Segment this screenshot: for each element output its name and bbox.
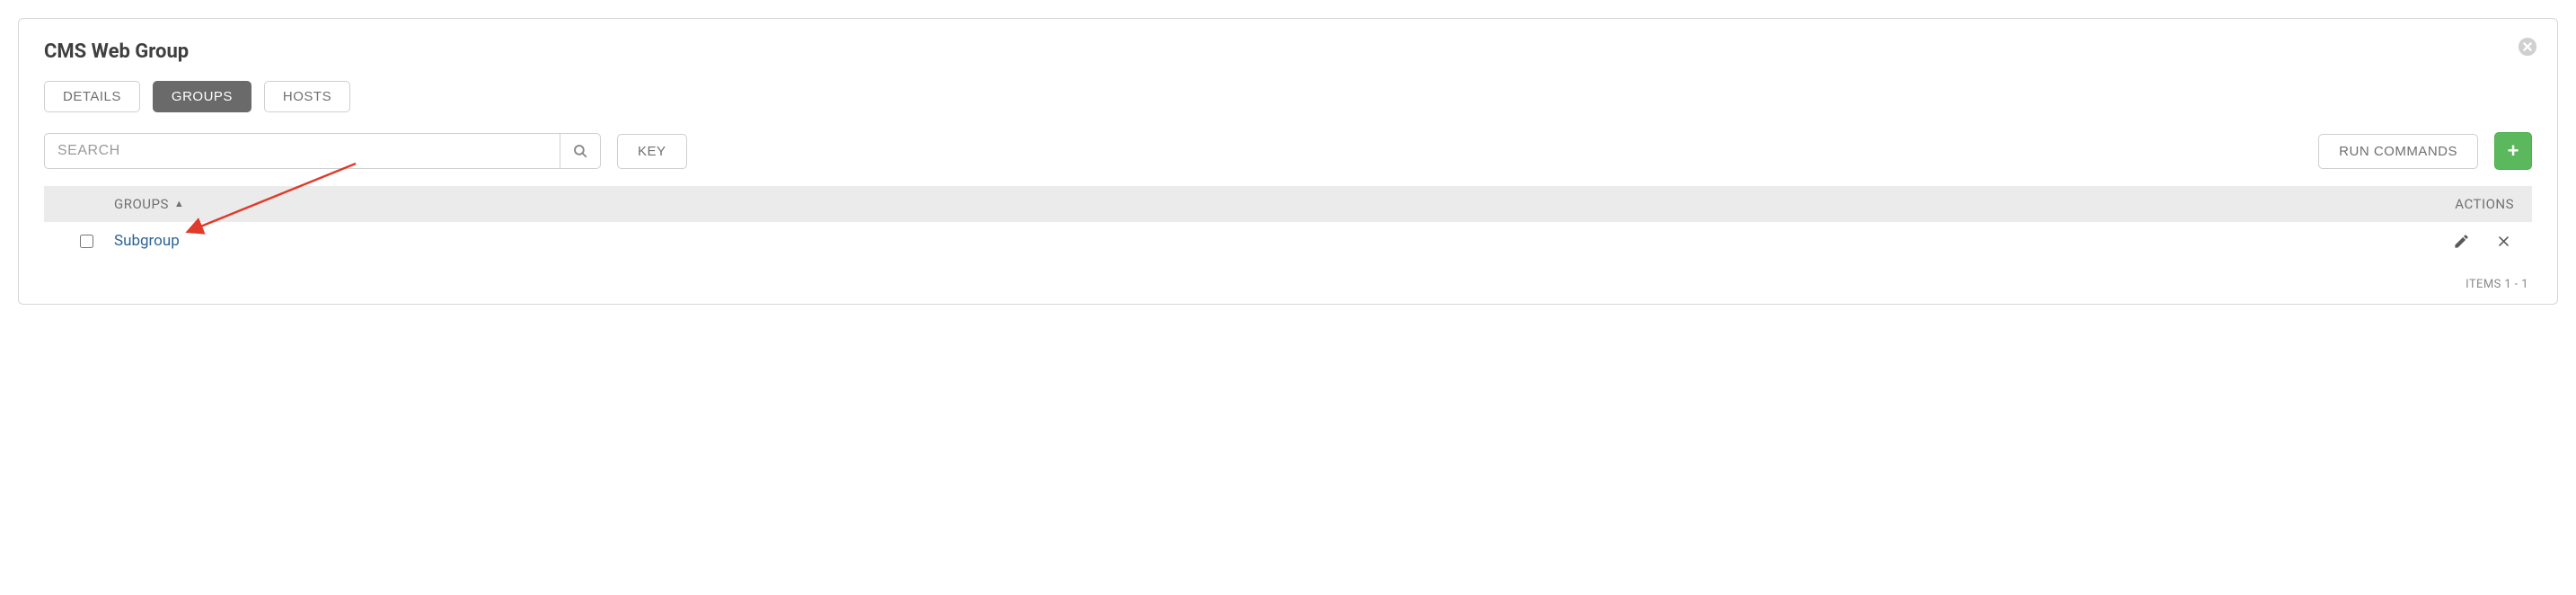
plus-icon: +	[2508, 139, 2519, 163]
close-panel-button[interactable]	[2518, 37, 2537, 57]
run-commands-button[interactable]: RUN COMMANDS	[2318, 134, 2478, 169]
tabs: DETAILS GROUPS HOSTS	[44, 81, 2532, 112]
pencil-icon	[2453, 233, 2470, 250]
table-row: Subgroup	[44, 222, 2532, 260]
table-column-groups[interactable]: GROUPS ▲	[114, 196, 184, 212]
search-input[interactable]	[44, 133, 560, 169]
close-icon	[2518, 37, 2537, 57]
search-icon	[572, 143, 588, 159]
table-header: GROUPS ▲ ACTIONS	[44, 186, 2532, 222]
row-group-link[interactable]: Subgroup	[114, 232, 180, 250]
panel-title: CMS Web Group	[44, 40, 2532, 63]
tab-hosts[interactable]: HOSTS	[264, 81, 350, 112]
table-header-groups-label: GROUPS	[114, 196, 169, 212]
row-select-checkbox[interactable]	[80, 235, 93, 248]
toolbar: KEY RUN COMMANDS +	[44, 132, 2532, 170]
key-button[interactable]: KEY	[617, 134, 687, 169]
sort-ascending-icon: ▲	[174, 199, 184, 209]
edit-row-button[interactable]	[2453, 233, 2470, 250]
search-button[interactable]	[560, 133, 601, 169]
pagination-footer: ITEMS 1 - 1	[44, 260, 2532, 291]
x-icon	[2495, 233, 2512, 250]
delete-row-button[interactable]	[2495, 233, 2512, 250]
add-button[interactable]: +	[2494, 132, 2532, 170]
tab-groups[interactable]: GROUPS	[153, 81, 251, 112]
table-column-actions: ACTIONS	[2455, 196, 2518, 212]
tab-details[interactable]: DETAILS	[44, 81, 140, 112]
row-checkbox-cell	[58, 235, 114, 248]
panel-container: CMS Web Group DETAILS GROUPS HOSTS KEY R…	[18, 18, 2558, 305]
row-actions	[2453, 233, 2518, 250]
search-wrap	[44, 133, 601, 169]
